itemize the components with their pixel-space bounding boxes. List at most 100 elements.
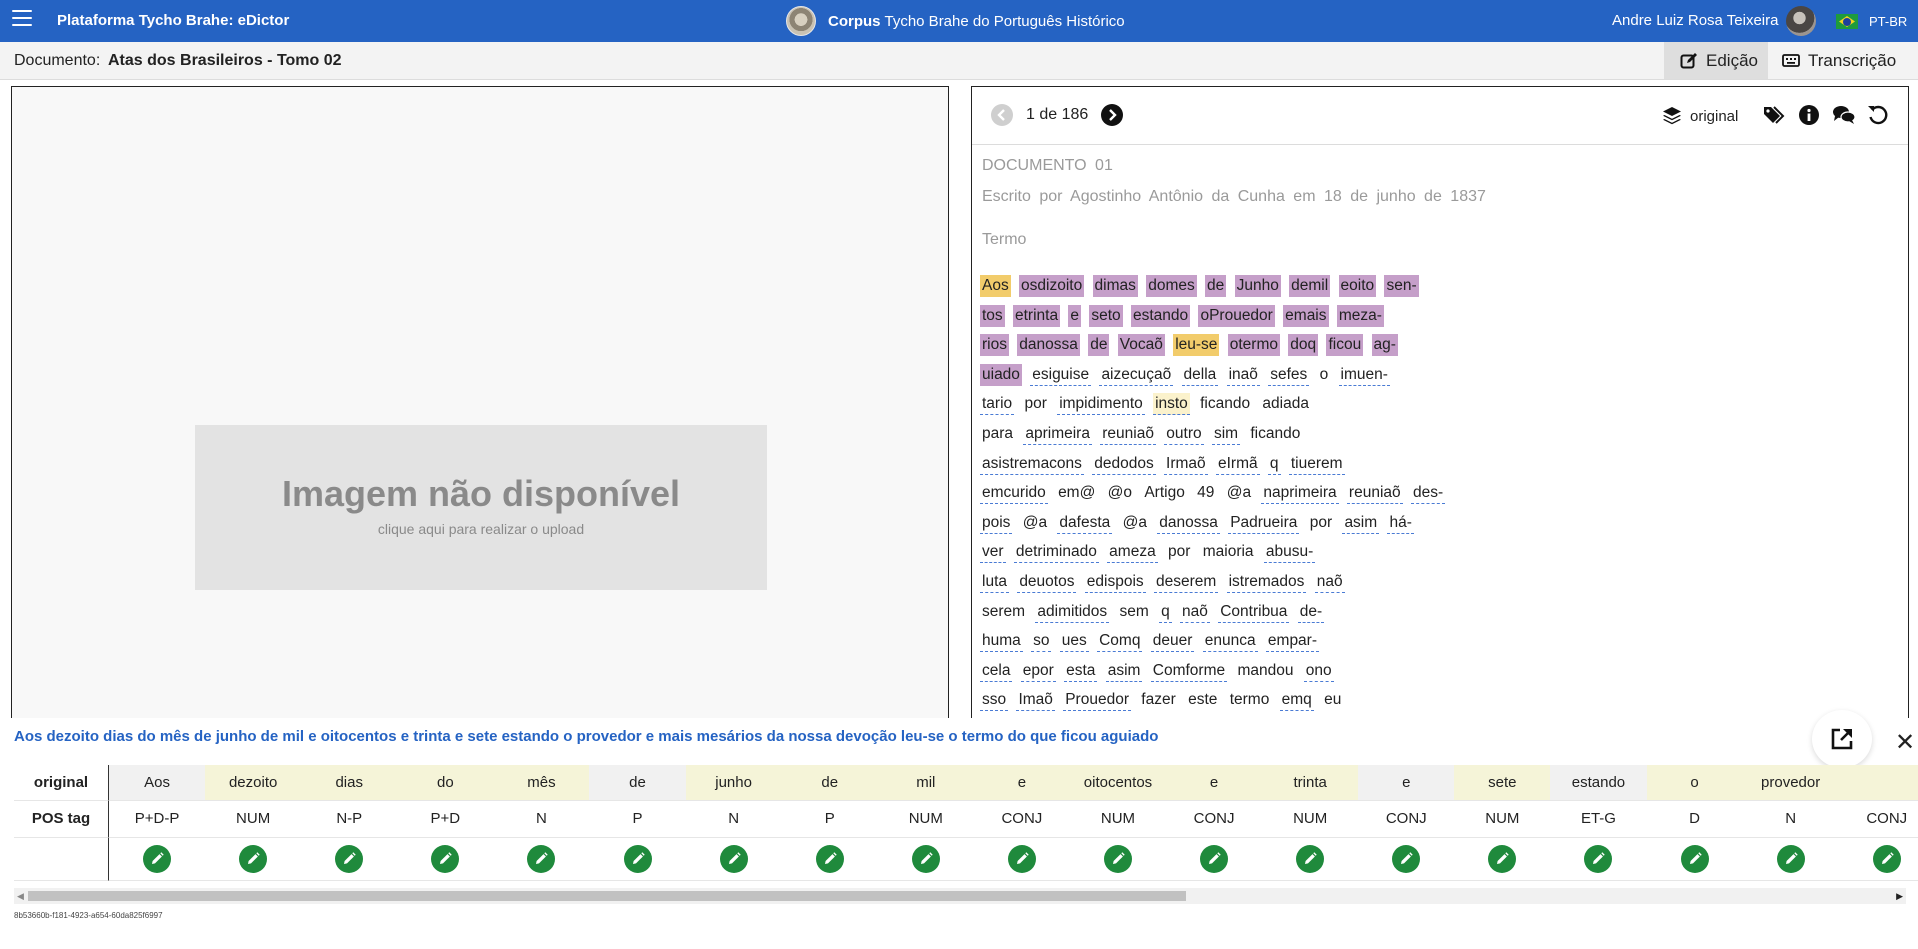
word-token[interactable]: abusu- xyxy=(1263,541,1316,564)
word-token[interactable]: emais xyxy=(1283,304,1329,327)
word-token[interactable]: ues xyxy=(1059,630,1089,653)
user-avatar[interactable] xyxy=(1786,6,1816,36)
word-token[interactable]: ficando xyxy=(1198,393,1252,414)
word-token[interactable]: deuotos xyxy=(1017,571,1077,593)
word-token[interactable]: osdizoito xyxy=(1019,275,1085,297)
word-token[interactable]: epor xyxy=(1020,660,1056,682)
word-token[interactable]: de- xyxy=(1297,601,1325,623)
word-token[interactable]: q xyxy=(1159,601,1172,623)
word-token[interactable]: enunca xyxy=(1202,630,1258,653)
word-token[interactable]: adiada xyxy=(1260,393,1311,414)
edit-tag-button[interactable] xyxy=(239,845,268,873)
brazil-flag-icon[interactable] xyxy=(1836,14,1858,29)
word-token[interactable]: inaõ xyxy=(1226,364,1260,386)
scroll-right-arrow[interactable]: ▶ xyxy=(1896,891,1903,902)
word-token[interactable]: @a xyxy=(1021,512,1049,533)
word-token[interactable]: eIrmã xyxy=(1215,453,1260,475)
edit-tag-button[interactable] xyxy=(527,845,556,873)
word-token[interactable]: empar- xyxy=(1265,630,1320,653)
edit-tag-button[interactable] xyxy=(719,845,748,873)
word-token[interactable]: ag- xyxy=(1371,334,1398,357)
word-token[interactable]: naõ xyxy=(1314,571,1345,593)
word-token[interactable]: e xyxy=(1068,304,1082,327)
next-page-button[interactable] xyxy=(1101,104,1123,126)
word-token[interactable]: tario xyxy=(980,393,1015,416)
word-token[interactable]: fazer xyxy=(1139,689,1177,710)
word-token[interactable]: deuer xyxy=(1150,630,1195,653)
word-token[interactable]: ver xyxy=(980,541,1006,564)
language-selector[interactable]: PT-BR xyxy=(1869,14,1907,29)
tags-icon[interactable] xyxy=(1763,104,1785,126)
menu-icon[interactable] xyxy=(12,10,32,28)
word-token[interactable]: ficou xyxy=(1326,334,1364,357)
edit-tag-button[interactable] xyxy=(335,845,364,873)
word-token[interactable]: Aos xyxy=(980,275,1011,297)
word-token[interactable]: danossa xyxy=(1017,334,1080,357)
word-token[interactable]: esiguise xyxy=(1030,364,1092,386)
word-token[interactable]: danossa xyxy=(1157,512,1220,534)
word-token[interactable]: esta xyxy=(1064,660,1098,682)
word-token[interactable]: dafesta xyxy=(1057,512,1113,534)
tab-transcription[interactable]: Transcrição xyxy=(1768,42,1918,79)
edit-tag-button[interactable] xyxy=(431,845,460,873)
undo-icon[interactable] xyxy=(1867,104,1889,126)
word-token[interactable]: sso xyxy=(980,689,1009,712)
word-token[interactable]: adimitidos xyxy=(1035,601,1110,623)
edit-tag-button[interactable] xyxy=(1872,845,1901,873)
word-token[interactable]: asistremacons xyxy=(980,453,1084,475)
word-token[interactable]: dimas xyxy=(1092,275,1138,297)
word-token[interactable]: maioria xyxy=(1201,541,1256,562)
edit-tag-button[interactable] xyxy=(1200,845,1229,873)
word-token[interactable]: sefes xyxy=(1268,364,1310,386)
word-token[interactable]: estando xyxy=(1130,304,1191,327)
edit-tag-button[interactable] xyxy=(1103,845,1132,873)
word-token[interactable]: Prouedor xyxy=(1063,689,1131,712)
word-token[interactable]: Comforme xyxy=(1150,660,1228,682)
word-token[interactable]: @a xyxy=(1121,512,1149,533)
word-token[interactable]: o xyxy=(1318,364,1331,385)
word-token[interactable]: eu xyxy=(1322,689,1343,710)
word-token[interactable]: Artigo xyxy=(1142,482,1187,503)
word-token[interactable]: edispois xyxy=(1084,571,1146,593)
word-token[interactable]: este xyxy=(1186,689,1219,710)
word-token[interactable]: por xyxy=(1022,393,1048,414)
edit-tag-button[interactable] xyxy=(815,845,844,873)
word-token[interactable]: cela xyxy=(980,660,1013,682)
word-token[interactable]: naprimeira xyxy=(1261,482,1339,505)
word-token[interactable]: etrinta xyxy=(1013,304,1061,327)
word-token[interactable]: em@ xyxy=(1056,482,1097,503)
edit-tag-button[interactable] xyxy=(1680,845,1709,873)
word-token[interactable]: por xyxy=(1166,541,1192,562)
word-token[interactable]: detriminado xyxy=(1013,541,1099,564)
word-token[interactable]: meza- xyxy=(1336,304,1384,327)
edit-tag-button[interactable] xyxy=(1392,845,1421,873)
word-token[interactable]: des- xyxy=(1410,482,1446,505)
word-token[interactable]: há- xyxy=(1387,512,1414,534)
word-token[interactable]: otermo xyxy=(1227,334,1280,357)
open-external-button[interactable] xyxy=(1812,710,1872,768)
word-token[interactable]: mandou xyxy=(1235,660,1295,681)
edit-tag-button[interactable] xyxy=(623,845,652,873)
word-token[interactable]: ficando xyxy=(1248,423,1302,444)
word-token[interactable]: ameza xyxy=(1107,541,1158,564)
layer-selector[interactable]: original xyxy=(1662,104,1738,128)
word-token[interactable]: Imaõ xyxy=(1016,689,1055,712)
word-token[interactable]: tos xyxy=(980,304,1005,327)
word-token[interactable]: dedodos xyxy=(1092,453,1156,475)
edit-tag-button[interactable] xyxy=(1776,845,1805,873)
word-token[interactable]: ono xyxy=(1303,660,1334,682)
word-token[interactable]: naõ xyxy=(1180,601,1210,623)
edit-tag-button[interactable] xyxy=(1584,845,1613,873)
word-token[interactable]: imuen- xyxy=(1338,364,1390,386)
edit-tag-button[interactable] xyxy=(1296,845,1325,873)
word-token[interactable]: impidimento xyxy=(1057,393,1145,416)
scrollbar-thumb[interactable] xyxy=(28,891,1186,901)
scroll-left-arrow[interactable]: ◀ xyxy=(17,891,24,902)
word-token[interactable]: asim xyxy=(1105,660,1143,682)
word-token[interactable]: emq xyxy=(1279,689,1314,712)
word-token[interactable]: sim xyxy=(1211,423,1241,445)
user-name[interactable]: Andre Luiz Rosa Teixeira xyxy=(1612,12,1778,29)
edit-tag-button[interactable] xyxy=(911,845,940,873)
word-token[interactable]: domes xyxy=(1146,275,1197,297)
word-token[interactable]: de xyxy=(1088,334,1110,357)
